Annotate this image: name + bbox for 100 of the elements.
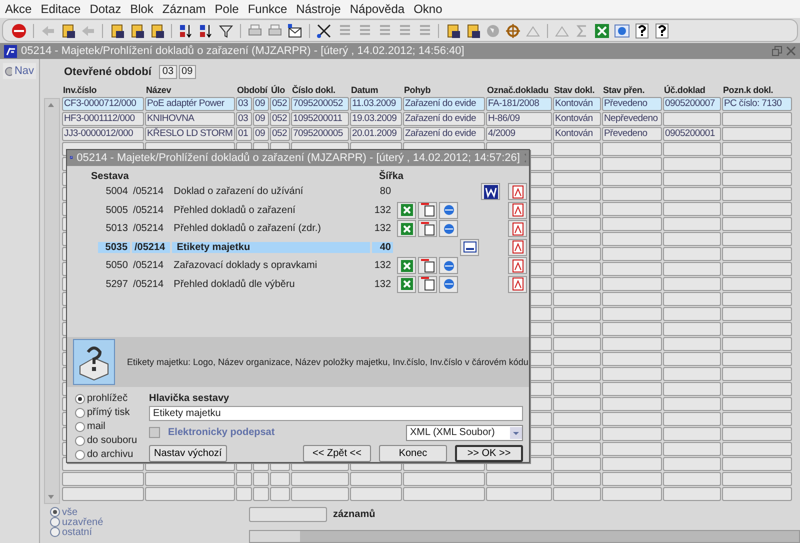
table-cell: [663, 307, 721, 321]
browser-button[interactable]: [439, 202, 458, 219]
sign-label: Elektronicky podepsat: [168, 427, 275, 438]
browser-button[interactable]: [439, 276, 458, 293]
report-name[interactable]: Přehled dokladů o zařazení (zdr.): [168, 223, 370, 234]
text-file-button[interactable]: [418, 220, 438, 238]
filter-icon[interactable]: [218, 22, 234, 38]
report-name[interactable]: Doklad o zařazení do užívání: [168, 186, 370, 198]
table-cell: [722, 337, 792, 351]
menu-item[interactable]: Akce: [5, 2, 32, 16]
text-file-button[interactable]: [418, 257, 438, 274]
table-cell: [722, 382, 792, 396]
menu-item[interactable]: Nápověda: [350, 2, 405, 16]
period-field[interactable]: 09: [178, 65, 196, 79]
document-icon[interactable]: [149, 22, 165, 38]
report-name[interactable]: Zařazovací doklady s opravkami: [168, 260, 370, 272]
output-radio[interactable]: mail: [75, 420, 149, 433]
report-module[interactable]: /05214: [132, 242, 170, 253]
table-cell: 03: [236, 97, 252, 111]
mail-icon[interactable]: [287, 22, 303, 38]
report-module[interactable]: /05214: [130, 186, 169, 198]
report-name[interactable]: Etikety majetku: [172, 242, 370, 253]
pdf-document-button[interactable]: [508, 276, 528, 293]
table-cell: [663, 382, 721, 396]
menu-item[interactable]: Nástroje: [296, 2, 341, 16]
browser-icon[interactable]: [614, 22, 630, 38]
table-cell: [553, 262, 601, 276]
horizontal-scrollbar[interactable]: [249, 530, 800, 543]
help-icon[interactable]: [634, 22, 650, 38]
column-header: Označ.dokladu: [486, 84, 550, 96]
period-field[interactable]: 03: [159, 65, 177, 79]
report-name[interactable]: Přehled dokladů o zařazení: [168, 204, 370, 216]
table-cell: [553, 442, 601, 456]
table-cell: 7095200052: [291, 97, 349, 111]
sort-icon[interactable]: [198, 22, 214, 38]
browser-button[interactable]: [439, 257, 458, 274]
output-radio[interactable]: do souboru: [75, 434, 149, 447]
table-cell: [270, 472, 290, 486]
output-radio[interactable]: do archivu: [75, 448, 149, 461]
menu-item[interactable]: Blok: [130, 2, 154, 16]
scissors-icon[interactable]: [316, 22, 332, 38]
report-module[interactable]: /05214: [130, 204, 169, 216]
report-module[interactable]: /05214: [130, 223, 169, 234]
nav-button[interactable]: Nav: [3, 63, 36, 79]
xml-file-button[interactable]: [460, 238, 479, 256]
dialog-button[interactable]: Nastav výchozí: [149, 444, 227, 462]
pdf-document-button[interactable]: [508, 257, 528, 274]
menu-item[interactable]: Editace: [40, 2, 81, 16]
spreadsheet-icon[interactable]: [594, 22, 610, 38]
menu-item[interactable]: Pole: [214, 2, 239, 16]
report-number[interactable]: 5005: [98, 204, 130, 216]
menu-item[interactable]: Záznam: [162, 2, 206, 16]
format-dropdown[interactable]: XML (XML Soubor): [406, 424, 523, 441]
document-icon[interactable]: [445, 22, 461, 38]
wheel-icon[interactable]: [505, 22, 521, 38]
dialog-button[interactable]: << Zpět <<: [303, 444, 371, 462]
menu-item[interactable]: Dotaz: [90, 2, 122, 16]
text-file-button[interactable]: [418, 202, 438, 219]
pdf-document-button[interactable]: [508, 202, 528, 219]
dialog-button[interactable]: Konec: [379, 444, 447, 462]
menu-item[interactable]: Funkce: [248, 2, 288, 16]
pdf-document-button[interactable]: [508, 220, 528, 238]
spreadsheet-button[interactable]: [397, 276, 416, 293]
output-radio[interactable]: prohlížeč: [75, 392, 149, 405]
output-radio[interactable]: přímý tisk: [75, 406, 149, 419]
report-module[interactable]: /05214: [130, 260, 169, 272]
record-count-field[interactable]: [249, 507, 327, 522]
document-icon[interactable]: [109, 22, 125, 38]
report-name[interactable]: Přehled dokladů dle výběru: [168, 278, 370, 290]
header-field[interactable]: Etikety majetku: [149, 406, 523, 421]
document-icon[interactable]: [60, 22, 76, 38]
table-cell: [553, 412, 601, 426]
pdf-document-button[interactable]: [508, 238, 527, 256]
dialog-button[interactable]: >> OK >>: [455, 444, 523, 462]
report-number[interactable]: 5013: [98, 223, 130, 234]
exit-icon[interactable]: [11, 22, 27, 38]
table-cell: 09: [253, 112, 269, 126]
sort-icon[interactable]: [178, 22, 194, 38]
table-cell: [722, 487, 792, 501]
report-module[interactable]: /05214: [130, 278, 169, 290]
report-number[interactable]: 5297: [98, 278, 130, 290]
table-cell: [663, 457, 721, 471]
document-icon[interactable]: [129, 22, 145, 38]
menu-item[interactable]: Okno: [414, 2, 442, 16]
browser-button[interactable]: [439, 220, 458, 238]
pdf-document-button[interactable]: [508, 183, 528, 200]
spreadsheet-button[interactable]: [397, 257, 416, 274]
table-cell: [602, 382, 662, 396]
word-document-button[interactable]: [481, 183, 500, 200]
column-header: Pohyb: [403, 84, 432, 96]
spreadsheet-button[interactable]: [397, 202, 416, 219]
printer-icon[interactable]: [247, 22, 263, 38]
document-icon[interactable]: [465, 22, 481, 38]
help-icon[interactable]: [654, 22, 670, 38]
report-number[interactable]: 5035: [98, 242, 130, 253]
spreadsheet-button[interactable]: [397, 220, 416, 238]
column-header: Stav přen.: [602, 84, 646, 96]
report-number[interactable]: 5004: [98, 186, 130, 198]
report-number[interactable]: 5050: [98, 260, 130, 272]
text-file-button[interactable]: [418, 276, 438, 293]
